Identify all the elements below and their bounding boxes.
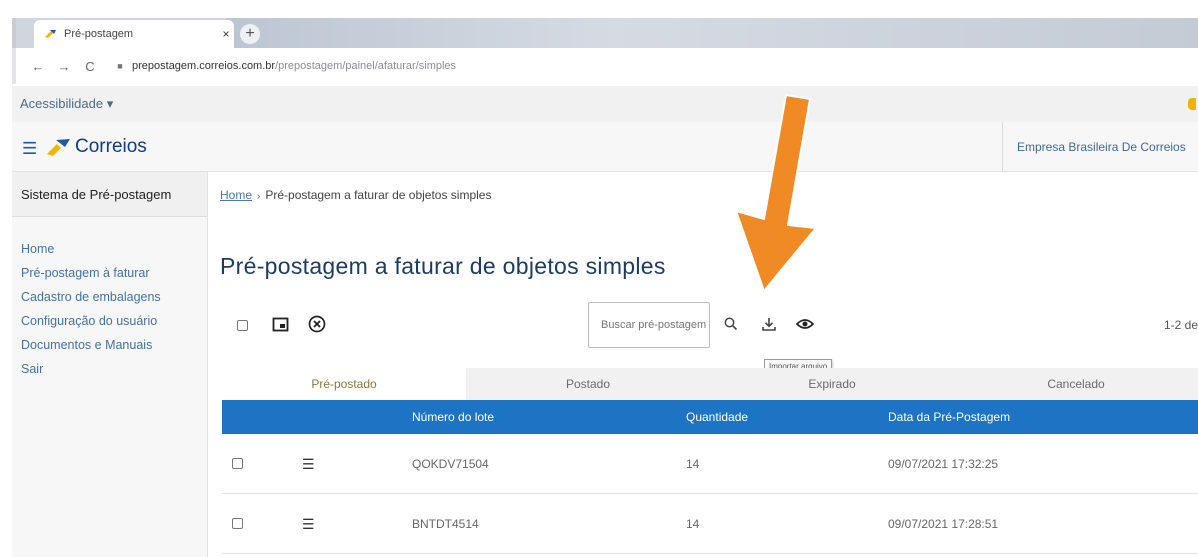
correios-logo-icon: [47, 139, 70, 156]
main-content: Home › Pré-postagem a faturar de objetos s…: [208, 172, 1198, 557]
status-tabs: Pré-postado Postado Expirado Cancelado: [222, 368, 1198, 400]
tab-cancelado[interactable]: Cancelado: [954, 368, 1198, 400]
import-file-icon[interactable]: [761, 316, 777, 332]
correios-favicon-icon: [45, 30, 56, 38]
brand-name: Correios: [75, 136, 147, 157]
lock-icon[interactable]: ■: [114, 61, 126, 71]
tab-postado[interactable]: Postado: [466, 368, 710, 400]
column-header-data[interactable]: Data da Pré-Postagem: [888, 400, 1010, 434]
breadcrumb-current: Pré-postagem a faturar de objetos simple…: [265, 188, 492, 202]
accessibility-widget-icon[interactable]: [1188, 98, 1196, 110]
breadcrumb-separator: ›: [257, 191, 261, 202]
toolbar: 1-2 de Importar arquivo: [208, 300, 1198, 375]
cell-data: 09/07/2021 17:28:51: [888, 517, 999, 531]
sidebar-item-home[interactable]: Home: [12, 237, 207, 261]
url-host[interactable]: prepostagem.correios.com.br: [132, 60, 275, 72]
reload-icon[interactable]: C: [80, 59, 100, 74]
breadcrumb: Home › Pré-postagem a faturar de objetos s…: [220, 188, 491, 202]
page-title: Pré-postagem a faturar de objetos simple…: [220, 253, 666, 280]
site-header: ☰ Correios Empresa Brasileira De Correio…: [12, 122, 1198, 172]
table-header: Número do lote Quantidade Data da Pré-Po…: [222, 400, 1198, 434]
cell-lote: QOKDV71504: [412, 457, 489, 471]
sidebar-item-cadastro-de-embalagens[interactable]: Cadastro de embalagens: [12, 285, 207, 309]
row-details-icon[interactable]: ☰: [302, 516, 315, 533]
tab-pre-postado[interactable]: Pré-postado: [222, 368, 466, 400]
company-link[interactable]: Empresa Brasileira De Correios: [1002, 122, 1198, 172]
close-tab-icon[interactable]: ×: [218, 27, 234, 41]
table-row[interactable]: ☰ QOKDV71504 14 09/07/2021 17:32:25: [222, 434, 1198, 494]
tab-expirado[interactable]: Expirado: [710, 368, 954, 400]
sidebar-item-sair[interactable]: Sair: [12, 357, 207, 381]
cell-quantidade: 14: [686, 517, 700, 531]
browser-tab[interactable]: Pré-postagem ×: [34, 20, 234, 48]
back-arrow-icon[interactable]: ←: [28, 59, 48, 74]
cell-quantidade: 14: [686, 457, 700, 471]
column-header-quantidade[interactable]: Quantidade: [686, 400, 748, 434]
address-bar: ← → C ■ prepostagem.correios.com.br /pre…: [12, 48, 1198, 84]
breadcrumb-home-link[interactable]: Home: [220, 188, 252, 202]
search-icon[interactable]: [724, 317, 738, 331]
menu-collapse-icon[interactable]: ☰: [22, 139, 37, 159]
print-label-icon[interactable]: [272, 316, 289, 333]
orange-annotation-arrow: [735, 94, 817, 292]
row-checkbox[interactable]: [232, 458, 243, 469]
accessibility-bar: Acessibilidade ▾: [12, 86, 1198, 122]
tab-strip-background: [226, 18, 1198, 48]
sidebar-title: Sistema de Pré-postagem: [12, 172, 207, 217]
column-header-lote[interactable]: Número do lote: [412, 400, 494, 434]
browser-tab-title: Pré-postagem: [64, 28, 134, 40]
cell-lote: BNTDT4514: [412, 517, 479, 531]
new-tab-button[interactable]: +: [240, 24, 260, 44]
sidebar-item-configuracao-do-usuario[interactable]: Configuração do usuário: [12, 309, 207, 333]
browser-tab-strip: Pré-postagem × +: [12, 18, 1198, 48]
pagination-range: 1-2 de: [1163, 318, 1198, 332]
search-input[interactable]: [599, 318, 709, 332]
select-all-checkbox[interactable]: [237, 320, 248, 331]
search-field[interactable]: [588, 302, 710, 348]
sidebar-item-pre-postagem-a-faturar[interactable]: Pré-postagem à faturar: [12, 261, 207, 285]
correios-logo[interactable]: Correios: [46, 132, 147, 162]
cancel-icon[interactable]: [308, 315, 326, 333]
row-details-icon[interactable]: ☰: [302, 456, 315, 473]
eye-icon[interactable]: [796, 317, 814, 331]
row-checkbox[interactable]: [232, 518, 243, 529]
accessibility-menu[interactable]: Acessibilidade ▾: [20, 96, 113, 112]
url-path[interactable]: /prepostagem/painel/afaturar/simples: [275, 60, 456, 72]
sidebar-menu: Home Pré-postagem à faturar Cadastro de …: [12, 217, 207, 381]
table-row[interactable]: ☰ BNTDT4514 14 09/07/2021 17:28:51: [222, 494, 1198, 554]
pre-postagem-table: Número do lote Quantidade Data da Pré-Po…: [222, 400, 1198, 554]
sidebar-item-documentos-e-manuais[interactable]: Documentos e Manuais: [12, 333, 207, 357]
cell-data: 09/07/2021 17:32:25: [888, 457, 999, 471]
forward-arrow-icon[interactable]: →: [54, 59, 74, 74]
sidebar: Sistema de Pré-postagem Home Pré-postage…: [12, 172, 208, 557]
